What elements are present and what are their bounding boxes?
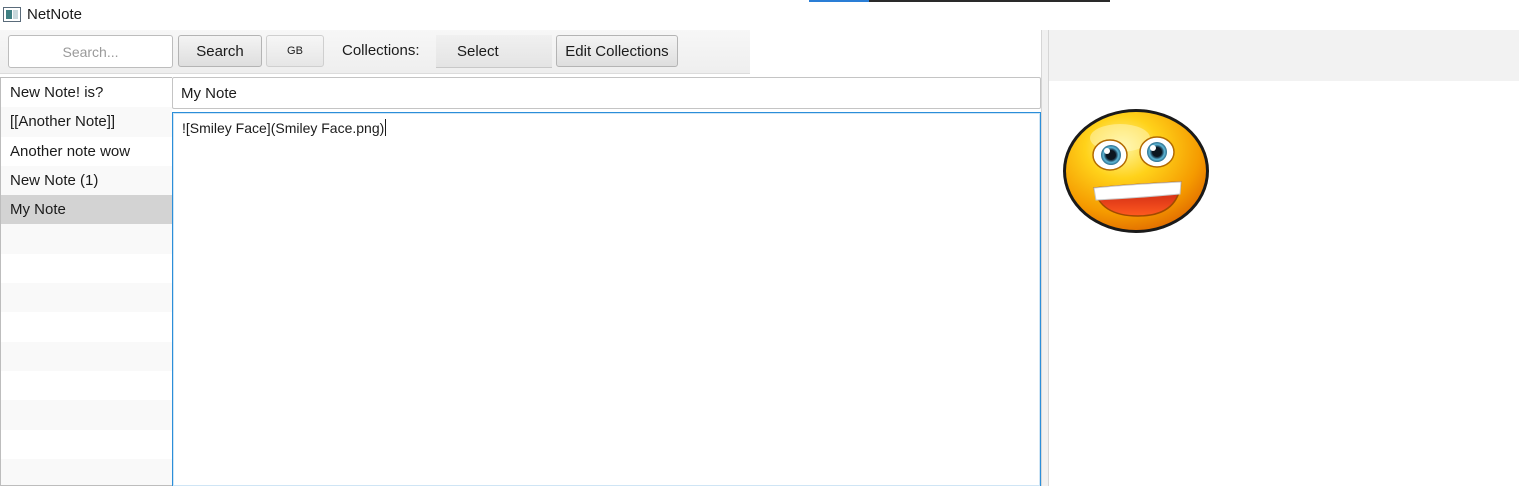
- text-caret: [385, 119, 387, 136]
- language-button[interactable]: GB: [266, 35, 324, 67]
- note-content-text: ![Smiley Face](Smiley Face.png): [182, 120, 385, 136]
- note-list-item-selected[interactable]: My Note: [1, 195, 172, 225]
- empty-list-row: [1, 371, 172, 400]
- title-accent-line: [809, 0, 869, 2]
- note-list[interactable]: New Note! is? [[Another Note]] Another n…: [0, 77, 172, 486]
- left-pane: Search GB Collections: Select Edit Colle…: [0, 30, 1041, 486]
- note-list-item[interactable]: Another note wow: [1, 137, 172, 166]
- empty-list-row: [1, 400, 172, 430]
- note-content-editor[interactable]: ![Smiley Face](Smiley Face.png): [172, 112, 1041, 486]
- empty-list-row: [1, 458, 172, 485]
- note-list-item[interactable]: [[Another Note]]: [1, 107, 172, 137]
- search-button[interactable]: Search: [178, 35, 262, 67]
- note-list-item[interactable]: New Note (1): [1, 165, 172, 196]
- collections-select[interactable]: Select: [436, 35, 552, 68]
- edit-collections-button[interactable]: Edit Collections: [556, 35, 678, 67]
- note-title-field[interactable]: [172, 77, 1041, 109]
- empty-list-row: [1, 224, 172, 254]
- empty-list-row: [1, 312, 172, 341]
- empty-list-row: [1, 341, 172, 371]
- title-bar: NetNote: [0, 0, 1519, 30]
- smiley-face-image: [1063, 109, 1209, 233]
- split-pane-divider[interactable]: [1041, 30, 1049, 486]
- preview-header: [1049, 30, 1519, 81]
- note-list-item[interactable]: New Note! is?: [1, 78, 172, 107]
- search-input[interactable]: [8, 35, 173, 68]
- window-title: NetNote: [27, 6, 83, 23]
- toolbar: Search GB Collections: Select Edit Colle…: [0, 30, 750, 74]
- collections-label: Collections:: [342, 42, 420, 59]
- app-icon: [3, 7, 21, 22]
- markdown-preview: [1049, 30, 1519, 486]
- empty-list-row: [1, 283, 172, 313]
- title-dark-line: [869, 0, 1110, 2]
- empty-list-row: [1, 254, 172, 283]
- empty-list-row: [1, 430, 172, 459]
